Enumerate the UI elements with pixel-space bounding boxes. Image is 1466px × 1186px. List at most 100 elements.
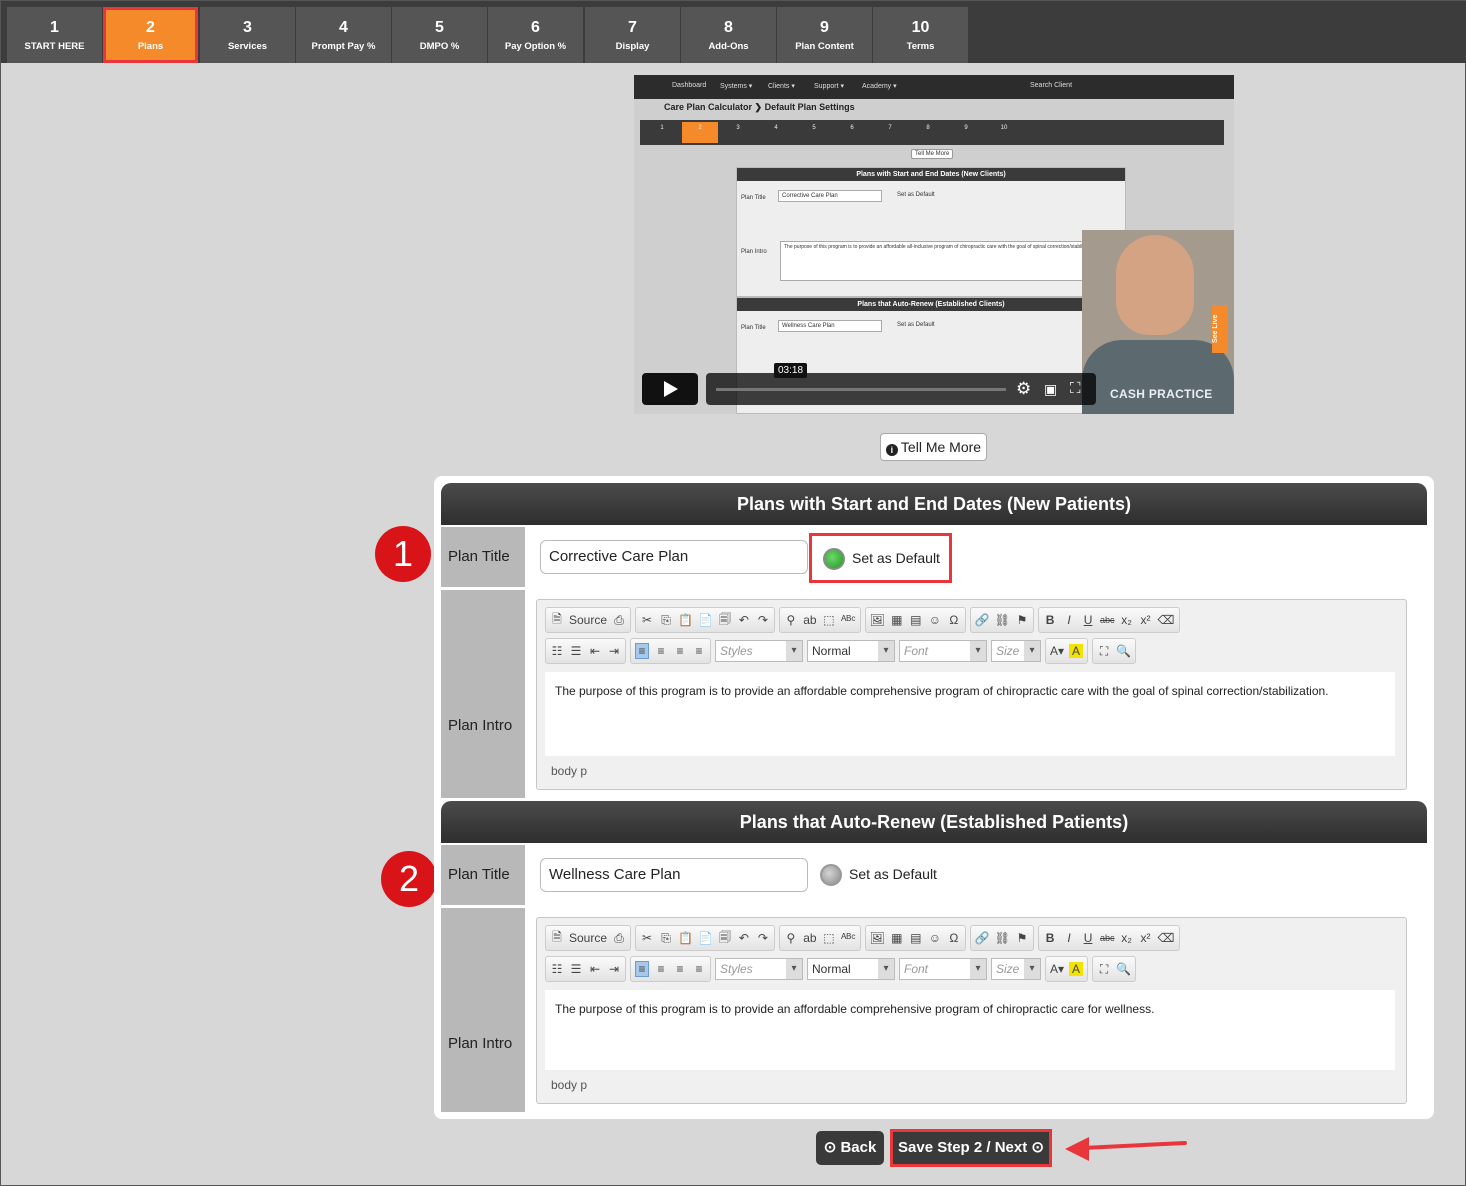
eraser-icon[interactable]: ⌫ [1158,931,1175,945]
table-icon[interactable]: ▦ [890,613,904,627]
paste-text-icon[interactable]: 📄 [698,931,713,945]
save-next-button[interactable]: Save Step 2 / Next ⊙ [890,1129,1052,1167]
smiley-icon[interactable]: ☺ [928,613,942,627]
font-dropdown[interactable]: Font [899,958,987,980]
print-icon[interactable]: ⎙ [612,931,626,946]
play-button[interactable] [642,373,698,405]
video-progress-bar[interactable]: 03:18 ⚙ ▣ ⛶ [706,363,1096,405]
step-9-tab[interactable]: 9 Plan Content [777,7,872,63]
print-icon[interactable]: ⎙ [612,613,626,628]
align-right-icon[interactable]: ≡ [673,962,687,976]
special-char-icon[interactable]: Ω [947,613,961,627]
tell-me-more-button[interactable]: i Tell Me More [880,433,987,461]
link-icon[interactable]: 🔗 [975,613,990,627]
step-4-tab[interactable]: 4 Prompt Pay % [296,7,391,63]
replace-icon[interactable]: ab [803,613,817,627]
superscript-icon[interactable]: x² [1139,931,1153,945]
see-live-tab[interactable]: See Live [1212,305,1228,353]
set-default-1[interactable]: Set as Default [809,533,952,583]
copy-icon[interactable]: ⎘ [659,931,673,946]
step-3-tab[interactable]: 3 Services [200,7,295,63]
step-10-tab[interactable]: 10 Terms [873,7,968,63]
styles-dropdown[interactable]: Styles [715,640,803,662]
video-track[interactable] [716,388,1006,391]
subscript-icon[interactable]: x₂ [1120,613,1134,627]
set-default-2[interactable]: Set as Default [809,851,952,901]
cut-icon[interactable]: ✂ [640,931,654,945]
bg-color-icon[interactable]: A [1069,644,1084,658]
fullscreen-icon[interactable]: ⛶ [1070,380,1081,397]
preview-icon[interactable]: 🔍 [1116,644,1131,658]
table-icon[interactable]: ▦ [890,931,904,945]
anchor-icon[interactable]: ⚑ [1015,931,1029,945]
paste-icon[interactable]: 📋 [678,931,693,945]
bullet-list-icon[interactable]: ☰ [569,644,583,658]
replace-icon[interactable]: ab [803,931,817,945]
source-button[interactable]: 🗎 Source ⎙ [545,607,632,633]
align-center-icon[interactable]: ≡ [654,644,668,658]
outdent-icon[interactable]: ⇤ [588,962,602,976]
horizontal-rule-icon[interactable]: ▤ [909,613,923,627]
step-5-tab[interactable]: 5 DMPO % [392,7,487,63]
underline-icon[interactable]: U [1081,931,1095,945]
select-all-icon[interactable]: ⬚ [822,931,836,945]
format-dropdown[interactable]: Normal [807,958,895,980]
plan-intro-content-2[interactable]: The purpose of this program is to provid… [545,990,1395,1070]
plan-title-input-2[interactable]: Wellness Care Plan [540,858,808,892]
default-radio-2[interactable] [820,864,842,886]
step-1-tab[interactable]: 1 START HERE [7,7,102,63]
redo-icon[interactable]: ↷ [756,931,770,945]
size-dropdown[interactable]: Size [991,958,1041,980]
image-icon[interactable]: 🖼 [870,613,885,627]
redo-icon[interactable]: ↷ [756,613,770,627]
text-color-icon[interactable]: A▾ [1050,962,1064,976]
strikethrough-icon[interactable]: abc [1100,615,1115,625]
horizontal-rule-icon[interactable]: ▤ [909,931,923,945]
plan-intro-content-1[interactable]: The purpose of this program is to provid… [545,672,1395,756]
pip-icon[interactable]: ▣ [1044,381,1057,398]
superscript-icon[interactable]: x² [1139,613,1153,627]
find-icon[interactable]: ⚲ [784,613,798,627]
bold-icon[interactable]: B [1043,931,1057,945]
align-left-icon[interactable]: ≡ [635,961,649,977]
settings-icon[interactable]: ⚙ [1016,379,1031,399]
find-icon[interactable]: ⚲ [784,931,798,945]
eraser-icon[interactable]: ⌫ [1158,613,1175,627]
align-left-icon[interactable]: ≡ [635,643,649,659]
paste-text-icon[interactable]: 📄 [698,613,713,627]
image-icon[interactable]: 🖼 [870,931,885,945]
text-color-icon[interactable]: A▾ [1050,644,1064,658]
strikethrough-icon[interactable]: abc [1100,933,1115,943]
preview-icon[interactable]: 🔍 [1116,962,1131,976]
paste-icon[interactable]: 📋 [678,613,693,627]
undo-icon[interactable]: ↶ [737,613,751,627]
plan-title-input-1[interactable]: Corrective Care Plan [540,540,808,574]
numbered-list-icon[interactable]: ☷ [550,962,564,976]
tutorial-video[interactable]: Dashboard Systems ▾ Clients ▾ Support ▾ … [634,75,1234,414]
special-char-icon[interactable]: Ω [947,931,961,945]
font-dropdown[interactable]: Font [899,640,987,662]
bg-color-icon[interactable]: A [1069,962,1084,976]
italic-icon[interactable]: I [1062,613,1076,627]
source-button[interactable]: 🗎 Source ⎙ [545,925,632,951]
copy-icon[interactable]: ⎘ [659,613,673,628]
bullet-list-icon[interactable]: ☰ [569,962,583,976]
select-all-icon[interactable]: ⬚ [822,613,836,627]
outdent-icon[interactable]: ⇤ [588,644,602,658]
size-dropdown[interactable]: Size [991,640,1041,662]
justify-icon[interactable]: ≡ [692,644,706,658]
styles-dropdown[interactable]: Styles [715,958,803,980]
italic-icon[interactable]: I [1062,931,1076,945]
step-8-tab[interactable]: 8 Add-Ons [681,7,776,63]
align-right-icon[interactable]: ≡ [673,644,687,658]
unlink-icon[interactable]: ⛓ [995,613,1010,627]
smiley-icon[interactable]: ☺ [928,931,942,945]
maximize-icon[interactable]: ⛶ [1097,962,1111,977]
link-icon[interactable]: 🔗 [975,931,990,945]
back-button[interactable]: ⊙ Back [816,1131,884,1165]
justify-icon[interactable]: ≡ [692,962,706,976]
subscript-icon[interactable]: x₂ [1120,931,1134,945]
step-7-tab[interactable]: 7 Display [585,7,680,63]
underline-icon[interactable]: U [1081,613,1095,627]
maximize-icon[interactable]: ⛶ [1097,644,1111,659]
